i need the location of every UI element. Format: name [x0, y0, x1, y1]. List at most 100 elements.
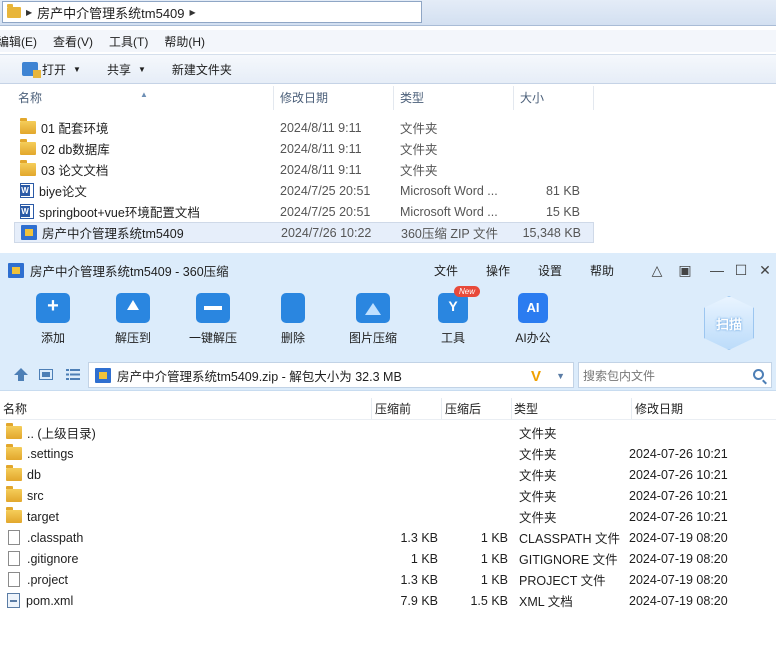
- tools-button[interactable]: 工具: [415, 293, 491, 346]
- zip-archive-icon: [95, 367, 111, 383]
- archive-row[interactable]: .classpath 1.3 KB 1 KB CLASSPATH 文件 2024-07-…: [0, 527, 776, 548]
- archive-row[interactable]: src 文件夹 2024-07-26 10:21: [0, 485, 776, 506]
- menu-operation[interactable]: 操作: [486, 262, 510, 279]
- menu-view[interactable]: 查看(V): [45, 33, 101, 50]
- file-date: 2024/7/25 20:51: [280, 204, 371, 219]
- one-click-extract-button[interactable]: 一键解压: [175, 293, 251, 346]
- up-arrow-icon[interactable]: [14, 368, 28, 381]
- column-name[interactable]: ▲ 名称: [0, 86, 274, 110]
- column-before[interactable]: 压缩前: [372, 398, 442, 419]
- archive-row[interactable]: .gitignore 1 KB 1 KB GITIGNORE 文件 2024-07-19…: [0, 548, 776, 569]
- file-row[interactable]: 03 论文文档 2024/8/11 9:11 文件夹: [14, 159, 594, 180]
- archive-item-type: GITIGNORE 文件: [519, 553, 618, 567]
- tools-icon: [438, 293, 468, 323]
- file-type: 文件夹: [400, 143, 438, 157]
- archive-name-cell: .classpath: [0, 530, 372, 545]
- archive-item-type: 文件夹: [519, 511, 557, 525]
- file-list-header: ▲ 名称 修改日期 类型 大小: [0, 86, 776, 110]
- folder-icon: [7, 3, 21, 18]
- share-button[interactable]: 共享 ▼: [99, 58, 154, 81]
- folder-icon: [6, 486, 22, 502]
- archive-item-name: .classpath: [27, 530, 84, 545]
- breadcrumb-arrow-icon[interactable]: ▶: [190, 8, 196, 17]
- minimize-icon[interactable]: —: [708, 261, 726, 279]
- open-button[interactable]: 打开 ▼: [14, 58, 89, 81]
- breadcrumb[interactable]: 房产中介管理系统tm5409: [37, 3, 184, 22]
- tools-label: 工具: [440, 331, 465, 345]
- word-doc-icon: [20, 183, 34, 198]
- file-date: 2024/8/11 9:11: [280, 141, 362, 156]
- file-row[interactable]: springboot+vue环境配置文档 2024/7/25 20:51 Micro…: [14, 201, 594, 222]
- image-compress-label: 图片压缩: [348, 331, 397, 345]
- list-view-icon[interactable]: [66, 368, 80, 381]
- menu-tools[interactable]: 工具(T): [101, 33, 156, 50]
- archive-item-type: XML 文档: [519, 595, 573, 609]
- delete-label: 删除: [280, 331, 305, 345]
- file-date: 2024/8/11 9:11: [280, 120, 362, 135]
- archive-name-cell: pom.xml: [0, 593, 372, 608]
- file-name: springboot+vue环境配置文档: [39, 206, 200, 220]
- menu-help[interactable]: 帮助(H): [156, 33, 213, 50]
- v-logo-icon[interactable]: V: [531, 368, 541, 385]
- archive-item-name: db: [27, 467, 41, 482]
- archive-item-date: 2024-07-19 08:20: [629, 572, 728, 587]
- column-type[interactable]: 类型: [512, 398, 632, 419]
- file-row[interactable]: 房产中介管理系统tm5409 2024/7/26 10:22 360压缩 ZIP 文…: [14, 222, 594, 243]
- archive-row[interactable]: .. (上级目录) 文件夹: [0, 422, 776, 443]
- detail-view-icon[interactable]: [39, 368, 53, 381]
- column-name[interactable]: 名称: [0, 398, 372, 419]
- add-button[interactable]: 添加: [15, 293, 91, 346]
- column-type[interactable]: 类型: [394, 86, 514, 110]
- image-compress-button[interactable]: 图片压缩: [335, 293, 411, 346]
- chevron-down-icon: ▼: [73, 64, 81, 74]
- delete-button[interactable]: 删除: [255, 293, 331, 346]
- address-bar: ▶ 房产中介管理系统tm5409 ▶: [0, 0, 776, 26]
- zip-archive-icon: [8, 262, 24, 278]
- folder-icon: [6, 444, 22, 460]
- chevron-down-icon[interactable]: ▼: [556, 371, 565, 381]
- archive-list-header: 名称 压缩前 压缩后 类型 修改日期: [0, 398, 776, 420]
- archive-row[interactable]: .project 1.3 KB 1 KB PROJECT 文件 2024-07-19 0…: [0, 569, 776, 590]
- size-after: 1 KB: [480, 551, 508, 566]
- archive-row[interactable]: pom.xml 7.9 KB 1.5 KB XML 文档 2024-07-19 08:2…: [0, 590, 776, 611]
- breadcrumb-arrow-icon[interactable]: ▶: [26, 8, 32, 17]
- archive-row[interactable]: .settings 文件夹 2024-07-26 10:21: [0, 443, 776, 464]
- archive-name-cell: .. (上级目录): [0, 423, 372, 442]
- new-folder-label: 新建文件夹: [171, 62, 232, 77]
- ai-office-button[interactable]: AI办公: [495, 293, 571, 346]
- file-row[interactable]: 01 配套环境 2024/8/11 9:11 文件夹: [14, 117, 594, 138]
- maximize-icon[interactable]: ☐: [732, 261, 750, 279]
- archive-name-cell: db: [0, 465, 372, 482]
- column-date[interactable]: 修改日期: [274, 86, 394, 110]
- file-row[interactable]: 02 db数据库 2024/8/11 9:11 文件夹: [14, 138, 594, 159]
- search-input[interactable]: 搜索包内文件: [578, 362, 772, 388]
- new-folder-button[interactable]: 新建文件夹: [164, 58, 240, 81]
- scan-label: 扫描: [715, 316, 742, 332]
- search-icon[interactable]: [753, 369, 764, 380]
- column-date[interactable]: 修改日期: [632, 398, 776, 419]
- skin-icon[interactable]: △: [648, 261, 666, 279]
- extract-to-button[interactable]: 解压到: [95, 293, 171, 346]
- address-box[interactable]: ▶ 房产中介管理系统tm5409 ▶: [2, 1, 422, 23]
- file-name-cell: springboot+vue环境配置文档: [14, 202, 272, 221]
- archive-path-field[interactable]: 房产中介管理系统tm5409.zip - 解包大小为 32.3 MB V ▼: [88, 362, 574, 388]
- archive-item-date: 2024-07-26 10:21: [629, 446, 728, 461]
- file-list: 01 配套环境 2024/8/11 9:11 文件夹 02 db数据库 2024/8/1…: [14, 117, 594, 243]
- sort-up-icon: ▲: [140, 90, 148, 99]
- archive-row[interactable]: target 文件夹 2024-07-26 10:21: [0, 506, 776, 527]
- feedback-icon[interactable]: ▣: [676, 261, 694, 279]
- menu-edit[interactable]: 编辑(E): [0, 33, 45, 50]
- menu-settings[interactable]: 设置: [538, 262, 562, 279]
- file-row[interactable]: biye论文 2024/7/25 20:51 Microsoft Word ... 8…: [14, 180, 594, 201]
- archive-item-date: 2024-07-26 10:21: [629, 467, 728, 482]
- column-after[interactable]: 压缩后: [442, 398, 512, 419]
- archive-row[interactable]: db 文件夹 2024-07-26 10:21: [0, 464, 776, 485]
- menu-help[interactable]: 帮助: [590, 262, 614, 279]
- close-icon[interactable]: ✕: [756, 261, 774, 279]
- search-placeholder: 搜索包内文件: [583, 368, 656, 383]
- menu-file[interactable]: 文件: [434, 262, 458, 279]
- file-name-cell: 02 db数据库: [14, 139, 272, 158]
- archive-item-type: PROJECT 文件: [519, 574, 606, 588]
- folder-icon: [20, 118, 36, 134]
- column-size[interactable]: 大小: [514, 86, 594, 110]
